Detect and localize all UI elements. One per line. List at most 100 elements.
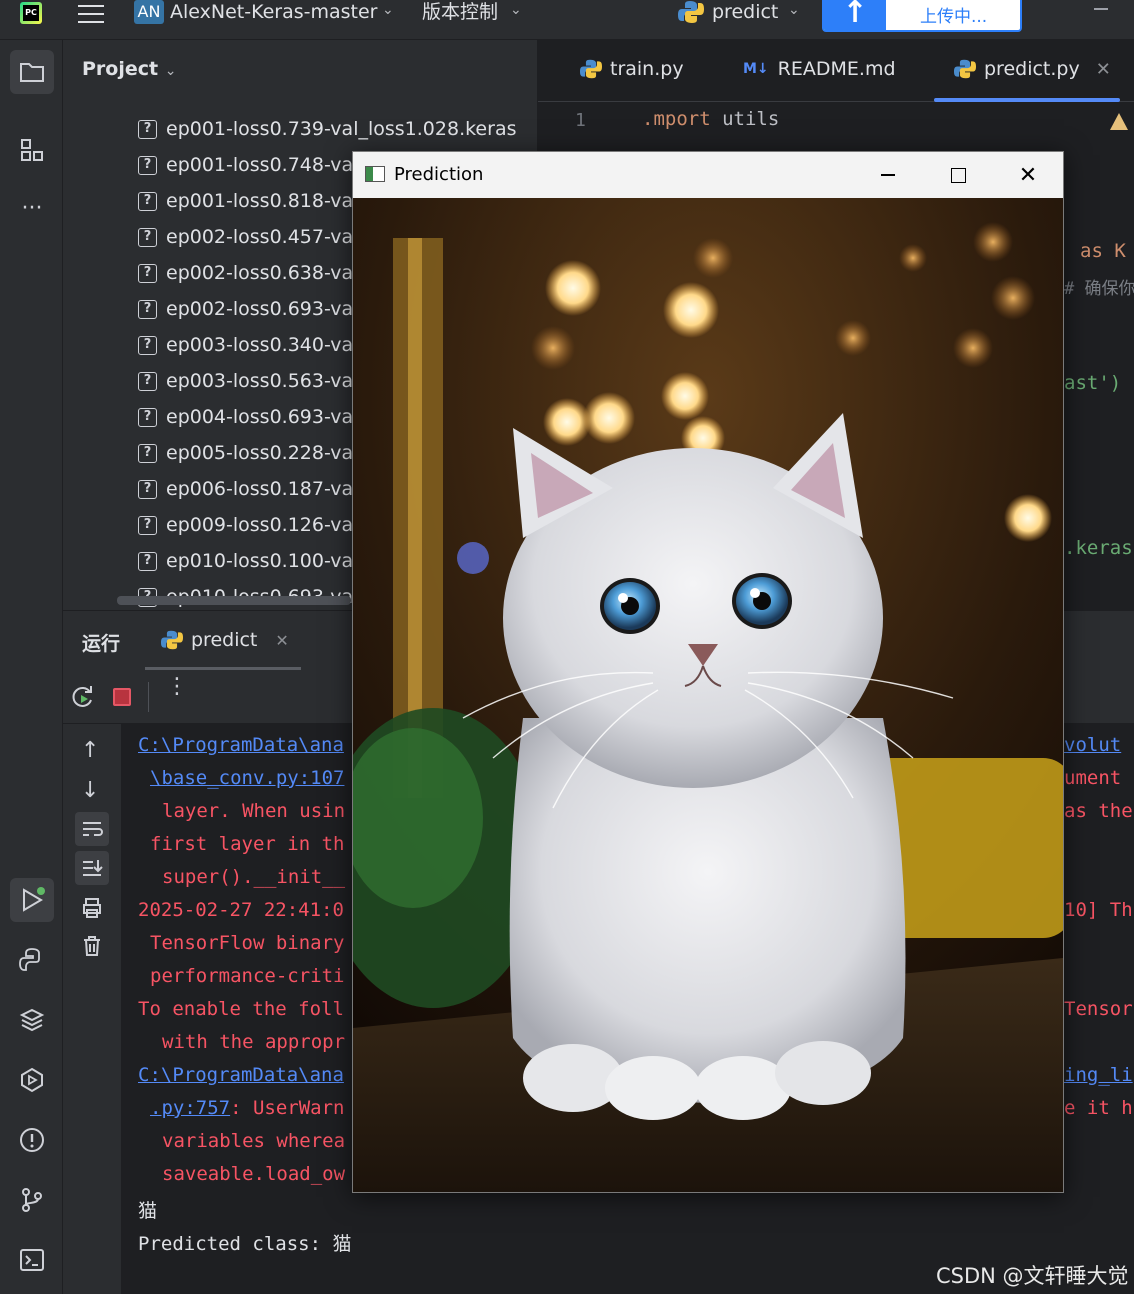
tab-predict-py[interactable]: predict.py ✕ [954, 58, 1111, 80]
minimize-icon[interactable] [853, 152, 923, 198]
maximize-icon[interactable] [923, 152, 993, 198]
kitten-photo [353, 198, 1063, 1192]
file-tree-item[interactable]: ? ep005-loss0.228-val_ [138, 435, 368, 471]
rerun-icon[interactable] [71, 685, 95, 709]
minimize-icon[interactable] [1094, 8, 1108, 10]
unknown-file-icon: ? [138, 515, 157, 535]
tab-train-py[interactable]: train.py [580, 58, 684, 80]
chevron-down-icon[interactable]: ⌄ [382, 2, 394, 18]
file-name: ep005-loss0.228-val_ [166, 442, 368, 464]
file-name: ep003-loss0.563-val_ [166, 370, 368, 392]
file-tree-item[interactable]: ? ep003-loss0.563-val_ [138, 363, 368, 399]
file-tree-item[interactable]: ? ep009-loss0.126-val_ [138, 507, 368, 543]
console-line-fragment: e it h [1064, 1097, 1133, 1119]
file-name: ep001-loss0.748-val_ [166, 154, 368, 176]
git-icon[interactable] [10, 1178, 54, 1222]
project-panel-title[interactable]: Project ⌄ [82, 58, 176, 80]
file-name: ep001-loss0.818-val_ [166, 190, 368, 212]
console-line[interactable]: .py:757: UserWarn [150, 1097, 344, 1119]
title-bar: PC AN AlexNet-Keras-master ⌄ 版本控制 ⌄ pred… [0, 0, 1134, 40]
console-line: super().__init__ [162, 866, 346, 888]
console-line: Predicted class: 猫 [138, 1233, 352, 1255]
console-line-fragment: as the [1064, 800, 1133, 822]
warning-icon[interactable] [1110, 113, 1128, 130]
terminal-icon[interactable] [10, 1238, 54, 1282]
tool-window-strip: ··· [0, 40, 63, 1294]
upload-widget[interactable]: ↑ 上传中... [822, 0, 1022, 32]
file-tree-item[interactable]: ? ep001-loss0.818-val_ [138, 183, 368, 219]
unknown-file-icon: ? [138, 119, 157, 139]
arrow-up-icon[interactable]: ↑ [81, 738, 99, 763]
python-icon [161, 630, 183, 650]
file-name: ep001-loss0.739-val_loss1.028.keras [166, 118, 517, 140]
file-tree-item[interactable]: ? ep001-loss0.748-val_ [138, 147, 368, 183]
file-name: ep002-loss0.457-val_ [166, 226, 368, 248]
project-name[interactable]: AlexNet-Keras-master [170, 0, 378, 24]
run-icon[interactable] [10, 878, 54, 922]
chevron-down-icon[interactable]: ⌄ [510, 2, 522, 18]
file-tree-item[interactable]: ? ep004-loss0.693-val_ [138, 399, 368, 435]
close-tab-icon[interactable]: ✕ [275, 631, 288, 650]
soft-wrap-icon[interactable] [75, 812, 109, 846]
code-fragment-comment: # 确保你 [1064, 279, 1134, 299]
file-tree-item[interactable]: ? ep002-loss0.693-val_ [138, 291, 368, 327]
horizontal-scrollbar[interactable] [117, 596, 351, 605]
window-app-icon [365, 166, 385, 182]
services-icon[interactable] [10, 1058, 54, 1102]
chevron-down-icon[interactable]: ⌄ [165, 63, 177, 79]
vcs-menu[interactable]: 版本控制 [422, 0, 498, 24]
structure-icon[interactable] [10, 128, 54, 172]
more-tools-icon[interactable]: ··· [10, 186, 54, 230]
project-folder-icon[interactable] [10, 50, 54, 94]
prediction-window[interactable]: Prediction ✕ [352, 151, 1064, 1193]
file-tree-item[interactable]: ? ep010-loss0.100-val_ [138, 543, 368, 579]
console-line: TensorFlow binary [150, 932, 345, 954]
scroll-to-end-icon[interactable] [75, 851, 109, 885]
unknown-file-icon: ? [138, 191, 157, 211]
unknown-file-icon: ? [138, 407, 157, 427]
console-line[interactable]: \base_conv.py:107 [150, 767, 344, 789]
console-line-fragment: ing_li [1064, 1064, 1133, 1086]
more-options-icon[interactable]: ⋮ [166, 676, 188, 698]
file-name: ep002-loss0.638-val_ [166, 262, 368, 284]
code-line-1[interactable]: .mport utils [642, 108, 779, 130]
chevron-down-icon[interactable]: ⌄ [788, 2, 800, 18]
file-tree-item[interactable]: ? ep003-loss0.340-val_ [138, 327, 368, 363]
unknown-file-icon: ? [138, 299, 157, 319]
file-tree-item[interactable]: ? ep006-loss0.187-val_ [138, 471, 368, 507]
line-number: 1 [575, 110, 586, 131]
arrow-down-icon[interactable]: ↓ [81, 778, 99, 803]
print-icon[interactable] [80, 896, 104, 920]
file-name: ep009-loss0.126-val_ [166, 514, 368, 536]
project-badge[interactable]: AN [134, 0, 164, 24]
file-tree-item[interactable]: ? ep001-loss0.739-val_loss1.028.keras [138, 111, 516, 147]
watermark-text: CSDN @文轩睡大觉 [936, 1264, 1129, 1288]
close-tab-icon[interactable]: ✕ [1096, 59, 1111, 80]
console-line[interactable]: C:\ProgramData\ana [138, 1064, 344, 1086]
problems-icon[interactable] [10, 1118, 54, 1162]
console-line: performance-criti [150, 965, 345, 987]
file-tree-item[interactable]: ? ep002-loss0.638-val_ [138, 255, 368, 291]
console-line: saveable.load_ow [162, 1163, 346, 1185]
python-console-icon[interactable] [10, 938, 54, 982]
run-config-selector[interactable]: predict [712, 0, 778, 24]
file-tree-item[interactable]: ? ep002-loss0.457-val_ [138, 219, 368, 255]
upload-arrow-icon[interactable]: ↑ [824, 0, 886, 30]
layers-icon[interactable] [10, 998, 54, 1042]
unknown-file-icon: ? [138, 551, 157, 571]
python-icon [580, 59, 602, 79]
stop-icon[interactable] [113, 688, 131, 706]
unknown-file-icon: ? [138, 335, 157, 355]
unknown-file-icon: ? [138, 155, 157, 175]
trash-icon[interactable] [80, 934, 104, 958]
pycharm-logo-icon[interactable]: PC [20, 2, 42, 24]
unknown-file-icon: ? [138, 371, 157, 391]
tab-readme-md[interactable]: M↓ README.md [743, 58, 896, 80]
console-line[interactable]: C:\ProgramData\ana [138, 734, 344, 756]
prediction-titlebar[interactable]: Prediction ✕ [353, 152, 1063, 198]
run-tab-predict[interactable]: predict ✕ [161, 629, 289, 651]
prediction-title: Prediction [394, 164, 484, 185]
close-icon[interactable]: ✕ [993, 152, 1063, 198]
run-side-toolbar: ↑ ↓ [63, 724, 121, 1294]
main-menu-icon[interactable] [78, 5, 104, 25]
